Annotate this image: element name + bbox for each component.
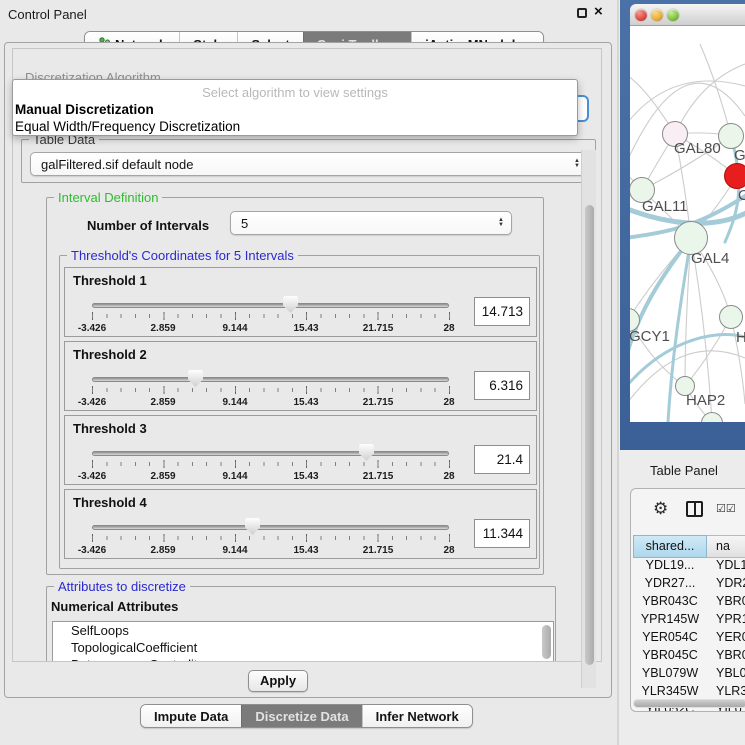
node-label: C (738, 187, 745, 204)
network-window-titlebar[interactable] (630, 4, 745, 26)
panel-scrollbar-track[interactable] (581, 150, 596, 688)
network-node-right[interactable] (719, 305, 743, 329)
interval-definition-label: Interval Definition (54, 190, 162, 205)
attributes-group: Attributes to discretize Numerical Attri… (46, 586, 556, 662)
table-row[interactable]: YBR045CYBR0 (633, 648, 745, 666)
number-of-intervals-combobox[interactable]: 5 ▲▼ (230, 211, 512, 235)
algorithm-dropdown-popup: Select algorithm to view settings Manual… (12, 79, 578, 136)
list-item[interactable]: SelfLoops (53, 622, 553, 639)
threshold-3-panel: Threshold 3 -3.426 2.859 9.144 15.43 21.… (64, 415, 537, 485)
node-label: GAL4 (691, 250, 729, 267)
number-of-intervals-label: Number of Intervals (87, 218, 209, 233)
node-label: GAL11 (642, 198, 688, 215)
node-label: HAP2 (686, 392, 725, 409)
numerical-attributes-list[interactable]: SelfLoops TopologicalCoefficient Between… (52, 621, 554, 662)
tab-impute-data[interactable]: Impute Data (141, 705, 241, 727)
table-row[interactable]: YDL19...YDL1 (633, 558, 745, 576)
tab-infer-network[interactable]: Infer Network (362, 705, 472, 727)
column-header-shared[interactable]: shared... (633, 535, 707, 558)
table-row[interactable]: YBR043CYBR0 (633, 594, 745, 612)
threshold-2-panel: Threshold 2 -3.426 2.859 9.144 15.43 21.… (64, 341, 537, 411)
network-view-window: GAL80 GA C GAL11 GAL4 GCY1 H HAP2 (620, 0, 745, 450)
table-row[interactable]: YDR27...YDR2 (633, 576, 745, 594)
list-item[interactable]: BetweennessCentrality (53, 656, 553, 662)
threshold-4-slider[interactable] (92, 525, 449, 530)
threshold-3-slider[interactable] (92, 451, 449, 456)
node-table: shared... na YDL19...YDL1 YDR27...YDR2 Y… (633, 535, 745, 712)
apply-button[interactable]: Apply (248, 670, 308, 692)
threshold-1-value[interactable]: 14.713 (474, 297, 530, 326)
columns-icon[interactable] (686, 501, 703, 517)
table-row[interactable]: YER054CYER0 (633, 630, 745, 648)
table-header-row: shared... na (633, 535, 745, 558)
zoom-traffic-icon[interactable] (667, 9, 679, 21)
slider-thumb[interactable] (283, 296, 298, 313)
numerical-attributes-label: Numerical Attributes (51, 599, 178, 614)
control-panel-titlebar: Control Panel × (0, 0, 619, 28)
slider-thumb[interactable] (245, 518, 260, 535)
threshold-3-value[interactable]: 21.4 (474, 445, 530, 474)
node-label: H (736, 329, 745, 346)
threshold-4-panel: Threshold 4 -3.426 2.859 9.144 15.43 21.… (64, 489, 537, 559)
bottom-tabstrip: Impute Data Discretize Data Infer Networ… (140, 704, 473, 728)
threshold-1-panel: Threshold 1 -3.426 2.859 9.144 15.43 21.… (64, 267, 537, 337)
spinner-icon: ▲▼ (498, 218, 504, 228)
right-column: GAL80 GA C GAL11 GAL4 GCY1 H HAP2 Table … (619, 0, 745, 745)
node-label: GAL80 (674, 140, 721, 157)
table-row[interactable]: YPR145WYPR1 (633, 612, 745, 630)
menu-item-manual-discretization[interactable]: Manual Discretization (15, 102, 154, 117)
table-row[interactable]: YBL079WYBL0 (633, 666, 745, 684)
close-icon[interactable]: × (594, 3, 603, 20)
network-node-top-right[interactable] (718, 123, 744, 149)
network-node-red[interactable] (724, 163, 745, 189)
network-canvas[interactable]: GAL80 GA C GAL11 GAL4 GCY1 H HAP2 (630, 26, 745, 422)
panel-scrollbar-thumb[interactable] (585, 205, 594, 665)
table-hscrollbar-thumb[interactable] (634, 700, 745, 707)
table-panel: Table Panel ⚙ ☑☑ shared... na YDL19...YD… (619, 450, 745, 745)
algorithm-placeholder: Select algorithm to view settings (13, 85, 577, 100)
minimize-traffic-icon[interactable] (651, 9, 663, 21)
list-scrollbar[interactable] (542, 625, 551, 659)
thresholds-group: Threshold's Coordinates for 5 Intervals … (59, 255, 540, 569)
threshold-1-slider[interactable] (92, 303, 449, 308)
threshold-4-value[interactable]: 11.344 (474, 519, 530, 548)
select-checkboxes-icon[interactable]: ☑☑ (716, 502, 736, 515)
table-data-group: Table Data galFiltered.sif default node … (21, 139, 596, 183)
node-label: GA (734, 147, 745, 164)
list-item[interactable]: TopologicalCoefficient (53, 639, 553, 656)
tab-discretize-data[interactable]: Discretize Data (241, 705, 361, 727)
table-data-combobox[interactable]: galFiltered.sif default node ▲▼ (30, 152, 588, 176)
float-window-icon[interactable] (577, 8, 587, 18)
table-panel-title: Table Panel (650, 463, 718, 478)
menu-item-equal-width-frequency[interactable]: Equal Width/Frequency Discretization (15, 119, 240, 134)
interval-definition-group: Interval Definition Number of Intervals … (46, 197, 544, 575)
control-panel-window: Control Panel × Network Style Select Cyn… (0, 0, 619, 745)
attributes-group-label: Attributes to discretize (54, 579, 190, 594)
table-hscrollbar-track[interactable] (633, 699, 745, 708)
threshold-2-slider[interactable] (92, 377, 449, 382)
spinner-icon: ▲▼ (574, 159, 580, 169)
column-header-name[interactable]: na (707, 535, 745, 558)
window-title: Control Panel (8, 7, 87, 22)
thresholds-group-label: Threshold's Coordinates for 5 Intervals (67, 248, 298, 263)
node-label: GCY1 (630, 328, 670, 345)
slider-thumb[interactable] (359, 444, 374, 461)
threshold-2-value[interactable]: 6.316 (474, 371, 530, 400)
scroll-viewport: Table Data galFiltered.sif default node … (12, 48, 602, 662)
close-traffic-icon[interactable] (635, 9, 647, 21)
table-panel-box: ⚙ ☑☑ shared... na YDL19...YDL1 YDR27...Y… (630, 488, 745, 712)
gear-icon[interactable]: ⚙ (653, 499, 668, 519)
slider-thumb[interactable] (188, 370, 203, 387)
